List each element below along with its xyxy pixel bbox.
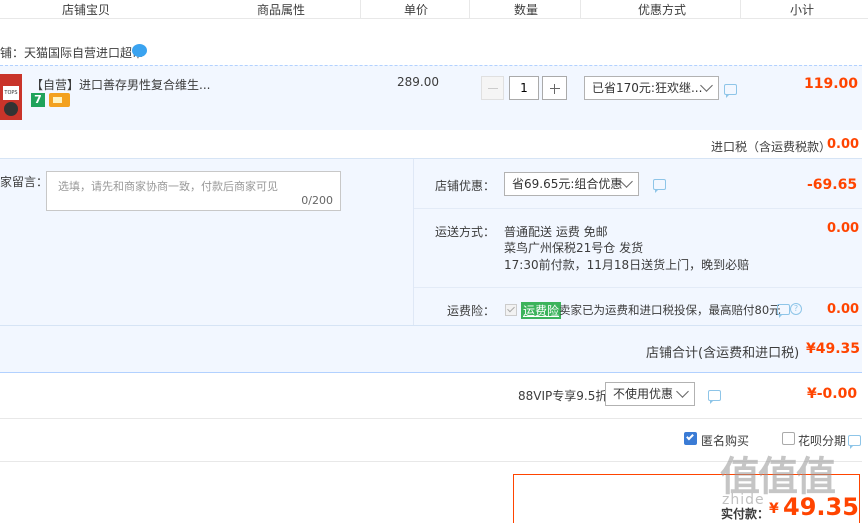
header-shop-item: 店铺宝贝 — [62, 3, 111, 17]
vip-label: 88VIP专享9.5折 — [518, 389, 608, 403]
badge-7-days: 7 — [31, 93, 45, 107]
wangwang-icon[interactable] — [132, 44, 147, 57]
payment-summary-box: 实付款： ¥ 49.35 — [513, 474, 860, 523]
pay-currency: ¥ — [769, 501, 779, 517]
insurance-tag: 运费险 — [521, 302, 562, 319]
minus-button[interactable] — [481, 76, 504, 100]
shipping-value: 0.00 — [827, 221, 860, 236]
vip-row: 88VIP专享9.5折 不使用优惠 ¥-0.00 — [0, 373, 862, 417]
pay-amount: 49.35 — [783, 493, 859, 521]
insurance-checkbox — [505, 304, 517, 316]
plus-button[interactable] — [542, 76, 567, 100]
vip-discount-value: 不使用优惠 — [613, 387, 674, 401]
shipping-label: 运送方式： — [435, 225, 496, 239]
shop-total-label: 店铺合计(含运费和进口税) — [646, 346, 800, 361]
anonymous-checkbox[interactable] — [684, 432, 697, 445]
shop-name[interactable]: 铺：天猫国际自营进口超市 — [0, 44, 144, 61]
message-textarea[interactable]: 选填，请先和商家协商一致，付款后商家可见 0/200 — [46, 171, 341, 211]
shop-row: 铺：天猫国际自营进口超市 — [0, 40, 868, 64]
anonymous-label: 匿名购买 — [701, 434, 750, 448]
message-label: 家留言： — [0, 175, 49, 189]
quantity-stepper[interactable] — [481, 76, 567, 100]
insurance-label: 运费险： — [447, 304, 496, 318]
unit-price: 289.00 — [397, 75, 439, 89]
product-title[interactable]: 【自营】进口善存男性复合维生... — [31, 76, 210, 93]
shop-discount-select[interactable]: 省69.65元:组合优惠 — [504, 172, 639, 196]
insurance-value: 0.00 — [827, 302, 860, 317]
header-subtotal: 小计 — [790, 3, 815, 17]
order-extras-panel: 家留言： 选填，请先和商家协商一致，付款后商家可见 0/200 店铺优惠： 省6… — [0, 158, 862, 372]
installment-checkbox[interactable] — [782, 432, 795, 445]
import-tax-row: 进口税（含运费税款） 0.00 — [0, 130, 862, 158]
quantity-input[interactable] — [509, 76, 539, 100]
pay-label: 实付款： — [721, 507, 770, 521]
card-icon — [49, 93, 70, 107]
insurance-text: 卖家已为运费和进口税投保，最高赔付80元 — [559, 303, 781, 317]
shop-discount-amount: -69.65 — [807, 177, 858, 193]
chat-icon[interactable] — [777, 304, 790, 318]
header-price: 单价 — [404, 3, 429, 17]
help-icon[interactable]: ? — [790, 303, 802, 315]
import-tax-label: 进口税（含运费税款） — [711, 140, 832, 154]
options-row: 匿名购买 花呗分期 — [0, 419, 868, 461]
item-discount-value: 已省170元:狂欢继... — [592, 81, 703, 95]
product-thumbnail[interactable]: TOPS — [0, 74, 22, 120]
chat-icon[interactable] — [724, 84, 737, 98]
installment-label: 花呗分期 — [798, 434, 847, 448]
cart-header: 店铺宝贝 商品属性 单价 数量 优惠方式 小计 — [0, 0, 868, 19]
header-discount: 优惠方式 — [638, 3, 687, 17]
item-row: TOPS 【自营】进口善存男性复合维生... 7 289.00 已省170元:狂… — [0, 65, 862, 130]
header-attributes: 商品属性 — [257, 3, 306, 17]
import-tax-value: 0.00 — [827, 137, 860, 152]
shop-discount-label: 店铺优惠： — [435, 179, 496, 193]
item-subtotal: 119.00 — [804, 76, 859, 92]
message-counter: 0/200 — [301, 194, 333, 207]
shipping-line1: 普通配送 运费 免邮 — [504, 225, 608, 239]
vip-discount-select[interactable]: 不使用优惠 — [605, 382, 695, 406]
vip-value: ¥-0.00 — [807, 386, 858, 402]
header-quantity: 数量 — [514, 3, 539, 17]
shipping-line2: 菜鸟广州保税21号仓 发货 — [504, 241, 644, 255]
chat-icon[interactable] — [848, 435, 861, 449]
shipping-line3: 17:30前付款，11月18日送货上门，晚到必赔 — [504, 258, 750, 272]
item-discount-select[interactable]: 已省170元:狂欢继... — [584, 76, 719, 100]
shop-total-value: ¥49.35 — [806, 341, 861, 357]
chat-icon[interactable] — [708, 390, 721, 404]
shop-discount-value: 省69.65元:组合优惠 — [512, 177, 623, 191]
message-placeholder: 选填，请先和商家协商一致，付款后商家可见 — [58, 180, 278, 193]
chat-icon[interactable] — [653, 179, 666, 193]
